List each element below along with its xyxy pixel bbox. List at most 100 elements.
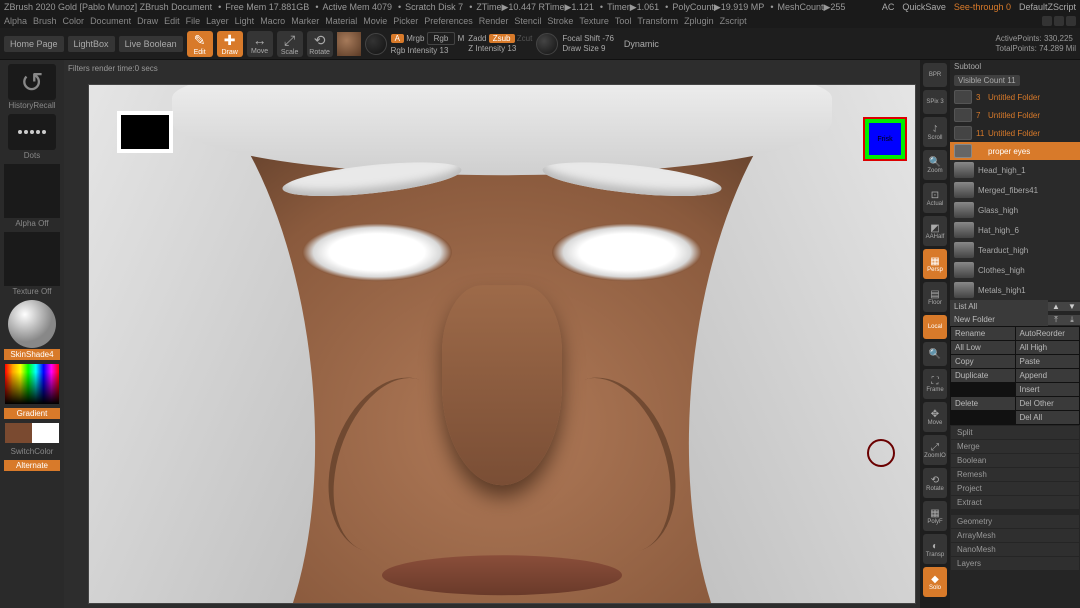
copy-button[interactable]: Copy — [951, 355, 1015, 368]
aahalf-button[interactable]: ◩AAHalf — [923, 216, 947, 246]
remesh-section[interactable]: Remesh — [951, 468, 1079, 481]
persp-button[interactable]: ▦Persp — [923, 249, 947, 279]
arraymesh-section[interactable]: ArrayMesh — [951, 529, 1079, 542]
geo-button[interactable]: 🔍 — [923, 342, 947, 366]
color-swatches[interactable] — [5, 423, 59, 443]
geometry-section[interactable]: Geometry — [951, 515, 1079, 528]
folder-row-selected[interactable]: 8proper eyes — [950, 142, 1080, 160]
stroke-dots-button[interactable] — [8, 114, 56, 150]
autoreorder-button[interactable]: AutoReorder — [1016, 327, 1080, 340]
rotate-mode-button[interactable]: ⟲Rotate — [307, 31, 333, 57]
folder-row[interactable]: 7Untitled Folder — [950, 106, 1080, 124]
menu-alpha[interactable]: Alpha — [4, 16, 27, 26]
zadd-button[interactable]: Zadd — [468, 34, 486, 43]
extract-section[interactable]: Extract — [951, 496, 1079, 509]
folder-row[interactable]: 3Untitled Folder — [950, 88, 1080, 106]
merge-section[interactable]: Merge — [951, 440, 1079, 453]
menu-picker[interactable]: Picker — [393, 16, 418, 26]
subtool-row[interactable]: Metals_high1 — [950, 280, 1080, 300]
axis-gizmo[interactable]: Frisk — [861, 115, 909, 163]
split-section[interactable]: Split — [951, 426, 1079, 439]
menu-macro[interactable]: Macro — [260, 16, 285, 26]
delother-button[interactable]: Del Other — [1016, 397, 1080, 410]
m-button[interactable]: M — [458, 34, 465, 43]
zoom-button[interactable]: 🔍Zoom — [923, 150, 947, 180]
allhigh-button[interactable]: All High — [1016, 341, 1080, 354]
lightbox-button[interactable]: LightBox — [68, 36, 115, 52]
menu-transform[interactable]: Transform — [637, 16, 678, 26]
move-mode-button[interactable]: ↔Move — [247, 31, 273, 57]
subtool-row[interactable]: Merged_fibers41 — [950, 180, 1080, 200]
moveup-icon[interactable]: ▲ — [1048, 302, 1064, 311]
draw-size-slider[interactable]: Draw Size 9 — [562, 44, 614, 53]
move-nav-button[interactable]: ✥Move — [923, 402, 947, 432]
menu-document[interactable]: Document — [90, 16, 131, 26]
newfolder-button[interactable]: New Folder — [950, 313, 1048, 326]
allup-icon[interactable]: ⤒ — [1048, 315, 1064, 325]
menu-tool[interactable]: Tool — [615, 16, 632, 26]
viewport[interactable]: Frisk — [88, 84, 916, 604]
rgb-button[interactable]: Rgb — [427, 32, 456, 45]
folder-row[interactable]: 11Untitled Folder — [950, 124, 1080, 142]
movedown-icon[interactable]: ▼ — [1064, 302, 1080, 311]
material-slot[interactable] — [8, 300, 56, 348]
rotate-nav-button[interactable]: ⟲Rotate — [923, 468, 947, 498]
floor-button[interactable]: ▤Floor — [923, 282, 947, 312]
alllow-button[interactable]: All Low — [951, 341, 1015, 354]
scale-mode-button[interactable]: ⤢Scale — [277, 31, 303, 57]
project-section[interactable]: Project — [951, 482, 1079, 495]
gradient-button[interactable]: Gradient — [4, 408, 60, 419]
duplicate-button[interactable]: Duplicate — [951, 369, 1015, 382]
bpr-button[interactable]: BPR — [923, 63, 947, 87]
quicksave-button[interactable]: QuickSave — [902, 2, 946, 12]
menu-render[interactable]: Render — [479, 16, 509, 26]
minimize-icon[interactable] — [1042, 16, 1052, 26]
subtool-row[interactable]: Hat_high_6 — [950, 220, 1080, 240]
layers-section[interactable]: Layers — [951, 557, 1079, 570]
delete-button[interactable]: Delete — [951, 397, 1015, 410]
alldown-icon[interactable]: ⤓ — [1064, 315, 1080, 325]
polyf-button[interactable]: ▦PolyF — [923, 501, 947, 531]
switchcolor-button[interactable]: SwitchColor — [11, 447, 54, 456]
menu-preferences[interactable]: Preferences — [424, 16, 473, 26]
scroll-button[interactable]: ⥌Scroll — [923, 117, 947, 147]
mrgb-a-button[interactable]: A — [391, 34, 404, 43]
local-button[interactable]: Local — [923, 315, 947, 339]
liveboolean-button[interactable]: Live Boolean — [119, 36, 183, 52]
menu-texture[interactable]: Texture — [579, 16, 609, 26]
draw-mode-button[interactable]: ✚Draw — [217, 31, 243, 57]
paste-button[interactable]: Paste — [1016, 355, 1080, 368]
subtool-row[interactable]: Tearduct_high — [950, 240, 1080, 260]
canvas-color-swatch[interactable] — [117, 111, 173, 153]
menu-edit[interactable]: Edit — [164, 16, 180, 26]
menu-color[interactable]: Color — [63, 16, 85, 26]
menu-zscript[interactable]: Zscript — [720, 16, 747, 26]
texture-slot[interactable] — [4, 232, 60, 286]
seethrough-slider[interactable]: See-through 0 — [954, 2, 1011, 12]
menu-stencil[interactable]: Stencil — [514, 16, 541, 26]
menu-light[interactable]: Light — [235, 16, 255, 26]
delall-button[interactable]: Del All — [1016, 411, 1080, 424]
subtool-header[interactable]: Subtool — [954, 62, 981, 71]
solo-button[interactable]: ◆Solo — [923, 567, 947, 597]
menu-layer[interactable]: Layer — [206, 16, 229, 26]
frame-button[interactable]: ⛶Frame — [923, 369, 947, 399]
menu-stroke[interactable]: Stroke — [547, 16, 573, 26]
z-intensity-slider[interactable]: Z Intensity 13 — [468, 44, 532, 53]
boolean-section[interactable]: Boolean — [951, 454, 1079, 467]
menu-material[interactable]: Material — [325, 16, 357, 26]
spix-button[interactable]: SPix 3 — [923, 90, 947, 114]
rgb-intensity-slider[interactable]: Rgb Intensity 13 — [391, 46, 465, 55]
alternate-button[interactable]: Alternate — [4, 460, 60, 471]
homepage-button[interactable]: Home Page — [4, 36, 64, 52]
close-icon[interactable] — [1066, 16, 1076, 26]
subtool-row[interactable]: Head_high_1 — [950, 160, 1080, 180]
menu-brush[interactable]: Brush — [33, 16, 57, 26]
menu-marker[interactable]: Marker — [291, 16, 319, 26]
menu-movie[interactable]: Movie — [363, 16, 387, 26]
subtool-row[interactable]: Glass_high — [950, 200, 1080, 220]
edit-mode-button[interactable]: ✎Edit — [187, 31, 213, 57]
zoomio-button[interactable]: ⤢ZoomIO — [923, 435, 947, 465]
listall-button[interactable]: List All — [950, 300, 1048, 313]
rename-button[interactable]: Rename — [951, 327, 1015, 340]
